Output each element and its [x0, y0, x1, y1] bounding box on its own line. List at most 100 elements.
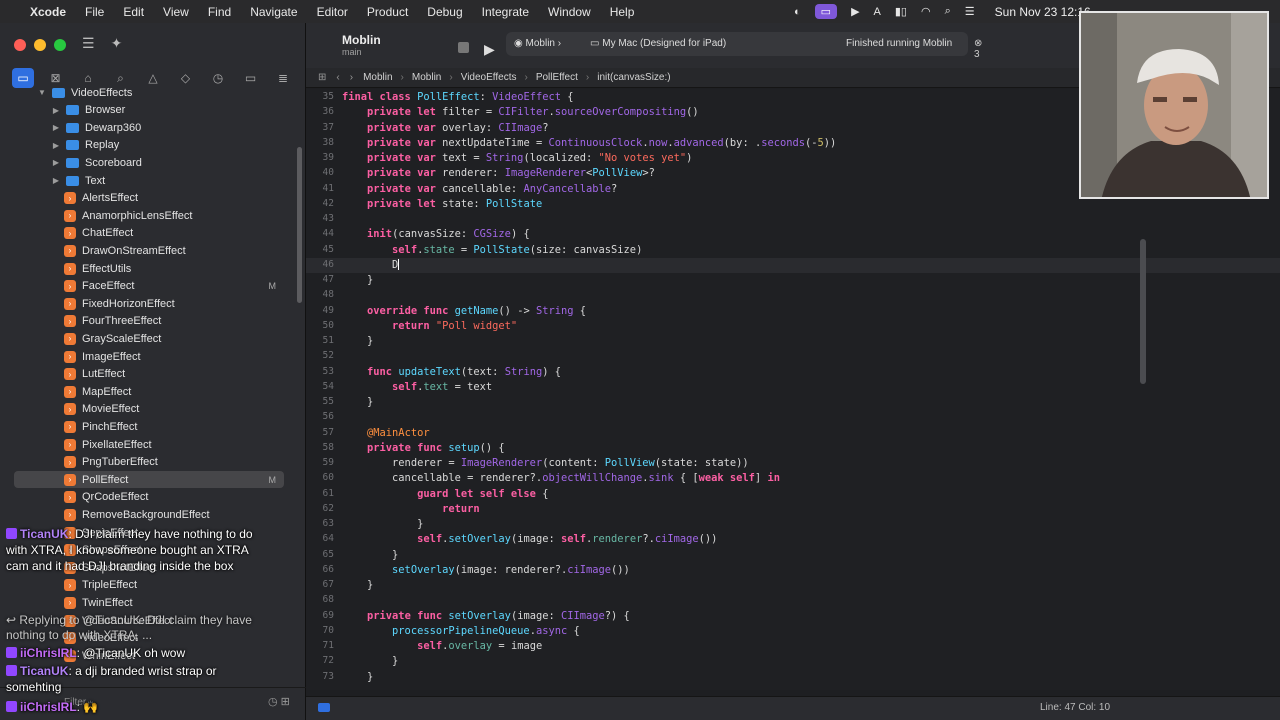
menu-help[interactable]: Help — [610, 5, 635, 19]
tree-item[interactable]: › AnamorphicLensEffect — [0, 207, 284, 224]
code-line[interactable]: private func setOverlay(image: CIImage?)… — [342, 610, 630, 622]
minimize-window-button[interactable] — [34, 39, 46, 51]
tree-item[interactable]: › PixellateEffect — [0, 436, 284, 453]
menu-editor[interactable]: Editor — [317, 5, 348, 19]
code-line[interactable]: private var nextUpdateTime = ContinuousC… — [342, 137, 836, 149]
chevron-right-icon[interactable]: ▶ — [50, 158, 62, 167]
menu-file[interactable]: File — [85, 5, 104, 19]
tree-item[interactable]: › EffectUtils — [0, 260, 284, 277]
project-name[interactable]: Moblin — [342, 33, 381, 47]
tree-item[interactable]: › FixedHorizonEffect — [0, 295, 284, 312]
code-line[interactable]: func updateText(text: String) { — [342, 366, 561, 378]
play-status-icon[interactable]: ▶ — [851, 5, 859, 18]
code-line[interactable]: } — [342, 655, 398, 667]
code-line[interactable]: } — [342, 549, 398, 561]
tree-item[interactable]: ▶ Browser — [0, 102, 284, 119]
code-line[interactable]: return — [342, 503, 480, 515]
tree-item[interactable]: › ChatEffect — [0, 225, 284, 242]
code-line[interactable]: private var renderer: ImageRenderer<Poll… — [342, 167, 655, 179]
related-items-icon[interactable]: ⊞ — [318, 72, 326, 83]
menu-view[interactable]: View — [163, 5, 189, 19]
control-center-icon[interactable]: ☰ — [965, 5, 975, 18]
jump-group[interactable]: Moblin — [412, 72, 441, 83]
zoom-window-button[interactable] — [54, 39, 66, 51]
jump-project[interactable]: Moblin — [363, 72, 392, 83]
close-window-button[interactable] — [14, 39, 26, 51]
tree-item[interactable]: › FaceEffect M — [0, 278, 284, 295]
code-line[interactable]: } — [342, 396, 373, 408]
code-line[interactable]: renderer = ImageRenderer(content: PollVi… — [342, 457, 749, 469]
jump-file[interactable]: PollEffect — [536, 72, 578, 83]
code-line[interactable]: private var cancellable: AnyCancellable? — [342, 183, 617, 195]
tree-item[interactable]: › GrayScaleEffect — [0, 330, 284, 347]
tree-item[interactable]: › PinchEffect — [0, 418, 284, 435]
code-line[interactable]: private let filter = CIFilter.sourceOver… — [342, 106, 699, 118]
code-line[interactable]: private var overlay: CIImage? — [342, 122, 548, 134]
tree-item[interactable]: › PollEffect M — [14, 471, 284, 489]
tree-item[interactable]: ▶ Scoreboard — [0, 154, 284, 171]
tree-item[interactable]: › DrawOnStreamEffect — [0, 242, 284, 259]
code-line[interactable]: self.state = PollState(size: canvasSize) — [342, 244, 642, 256]
wifi-icon[interactable]: ◠ — [921, 5, 931, 18]
debug-area-toggle-icon[interactable] — [318, 703, 330, 712]
tree-item[interactable]: › MovieEffect — [0, 401, 284, 418]
code-line[interactable]: self.overlay = image — [342, 640, 542, 652]
chevron-right-icon[interactable]: ▶ — [50, 106, 62, 115]
run-button[interactable]: ▶ — [484, 41, 495, 58]
code-line[interactable]: processorPipelineQueue.async { — [342, 625, 580, 637]
battery-icon[interactable]: ▮▯ — [895, 5, 907, 18]
code-line[interactable]: return "Poll widget" — [342, 320, 517, 332]
menu-navigate[interactable]: Navigate — [250, 5, 297, 19]
tree-item[interactable]: › MapEffect — [0, 383, 284, 400]
text-input-icon[interactable]: A — [874, 6, 881, 18]
jump-symbol[interactable]: init(canvasSize:) — [597, 72, 670, 83]
code-line[interactable]: private func setup() { — [342, 442, 505, 454]
code-line[interactable]: self.text = text — [342, 381, 492, 393]
tree-item[interactable]: ▶ Replay — [0, 137, 284, 154]
hide-navigator-icon[interactable]: ☰ — [82, 35, 95, 52]
code-line[interactable]: D — [342, 259, 400, 271]
chevron-right-icon[interactable]: ▶ — [50, 123, 62, 132]
screen-share-icon[interactable]: ▭ — [814, 4, 838, 19]
stop-button[interactable] — [458, 42, 469, 53]
scheme-selector[interactable]: ◉ Moblin › — [514, 38, 561, 49]
code-line[interactable]: } — [342, 274, 373, 286]
code-line[interactable]: self.setOverlay(image: self.renderer?.ci… — [342, 533, 717, 545]
tree-item[interactable]: ▶ Dewarp360 — [0, 119, 284, 136]
menu-clock[interactable]: Sun Nov 23 12:16 — [995, 5, 1091, 19]
menu-window[interactable]: Window — [548, 5, 591, 19]
tree-item[interactable]: ▼ VideoEffects — [0, 84, 284, 101]
tree-item[interactable]: › RemoveBackgroundEffect — [0, 506, 284, 523]
code-line[interactable]: } — [342, 671, 373, 683]
editor-scrollbar[interactable] — [1140, 239, 1146, 384]
code-line[interactable]: init(canvasSize: CGSize) { — [342, 228, 530, 240]
code-line[interactable]: @MainActor — [342, 427, 430, 439]
tree-item[interactable]: › AlertsEffect — [0, 190, 284, 207]
code-line[interactable]: final class PollEffect: VideoEffect { — [342, 91, 574, 103]
menu-app[interactable]: Xcode — [30, 5, 66, 19]
code-line[interactable]: } — [342, 335, 373, 347]
issue-count-badge[interactable]: ⊗ 3 — [974, 38, 982, 60]
chevron-right-icon[interactable]: ▶ — [50, 141, 62, 150]
back-icon[interactable]: ‹ — [336, 72, 339, 83]
sidebar-scrollbar[interactable] — [297, 147, 302, 303]
chevron-down-icon[interactable]: ▼ — [36, 88, 48, 97]
code-line[interactable]: private let state: PollState — [342, 198, 542, 210]
code-line[interactable]: override func getName() -> String { — [342, 305, 586, 317]
menu-debug[interactable]: Debug — [427, 5, 462, 19]
code-line[interactable]: setOverlay(image: renderer?.ciImage()) — [342, 564, 630, 576]
code-line[interactable]: guard let self else { — [342, 488, 548, 500]
menu-product[interactable]: Product — [367, 5, 408, 19]
branch-name[interactable]: main — [342, 47, 362, 57]
tree-item[interactable]: › PngTuberEffect — [0, 454, 284, 471]
menu-find[interactable]: Find — [208, 5, 231, 19]
sparkle-icon[interactable]: ✦ — [111, 35, 123, 52]
forward-icon[interactable]: › — [350, 72, 353, 83]
chevron-right-icon[interactable]: ▶ — [50, 176, 62, 185]
code-line[interactable]: private var text = String(localized: "No… — [342, 152, 692, 164]
menu-integrate[interactable]: Integrate — [482, 5, 529, 19]
code-line[interactable]: } — [342, 579, 373, 591]
status-app-icon[interactable]: ◐ — [794, 6, 801, 18]
jump-folder[interactable]: VideoEffects — [461, 72, 517, 83]
tree-item[interactable]: ▶ Text — [0, 172, 284, 189]
